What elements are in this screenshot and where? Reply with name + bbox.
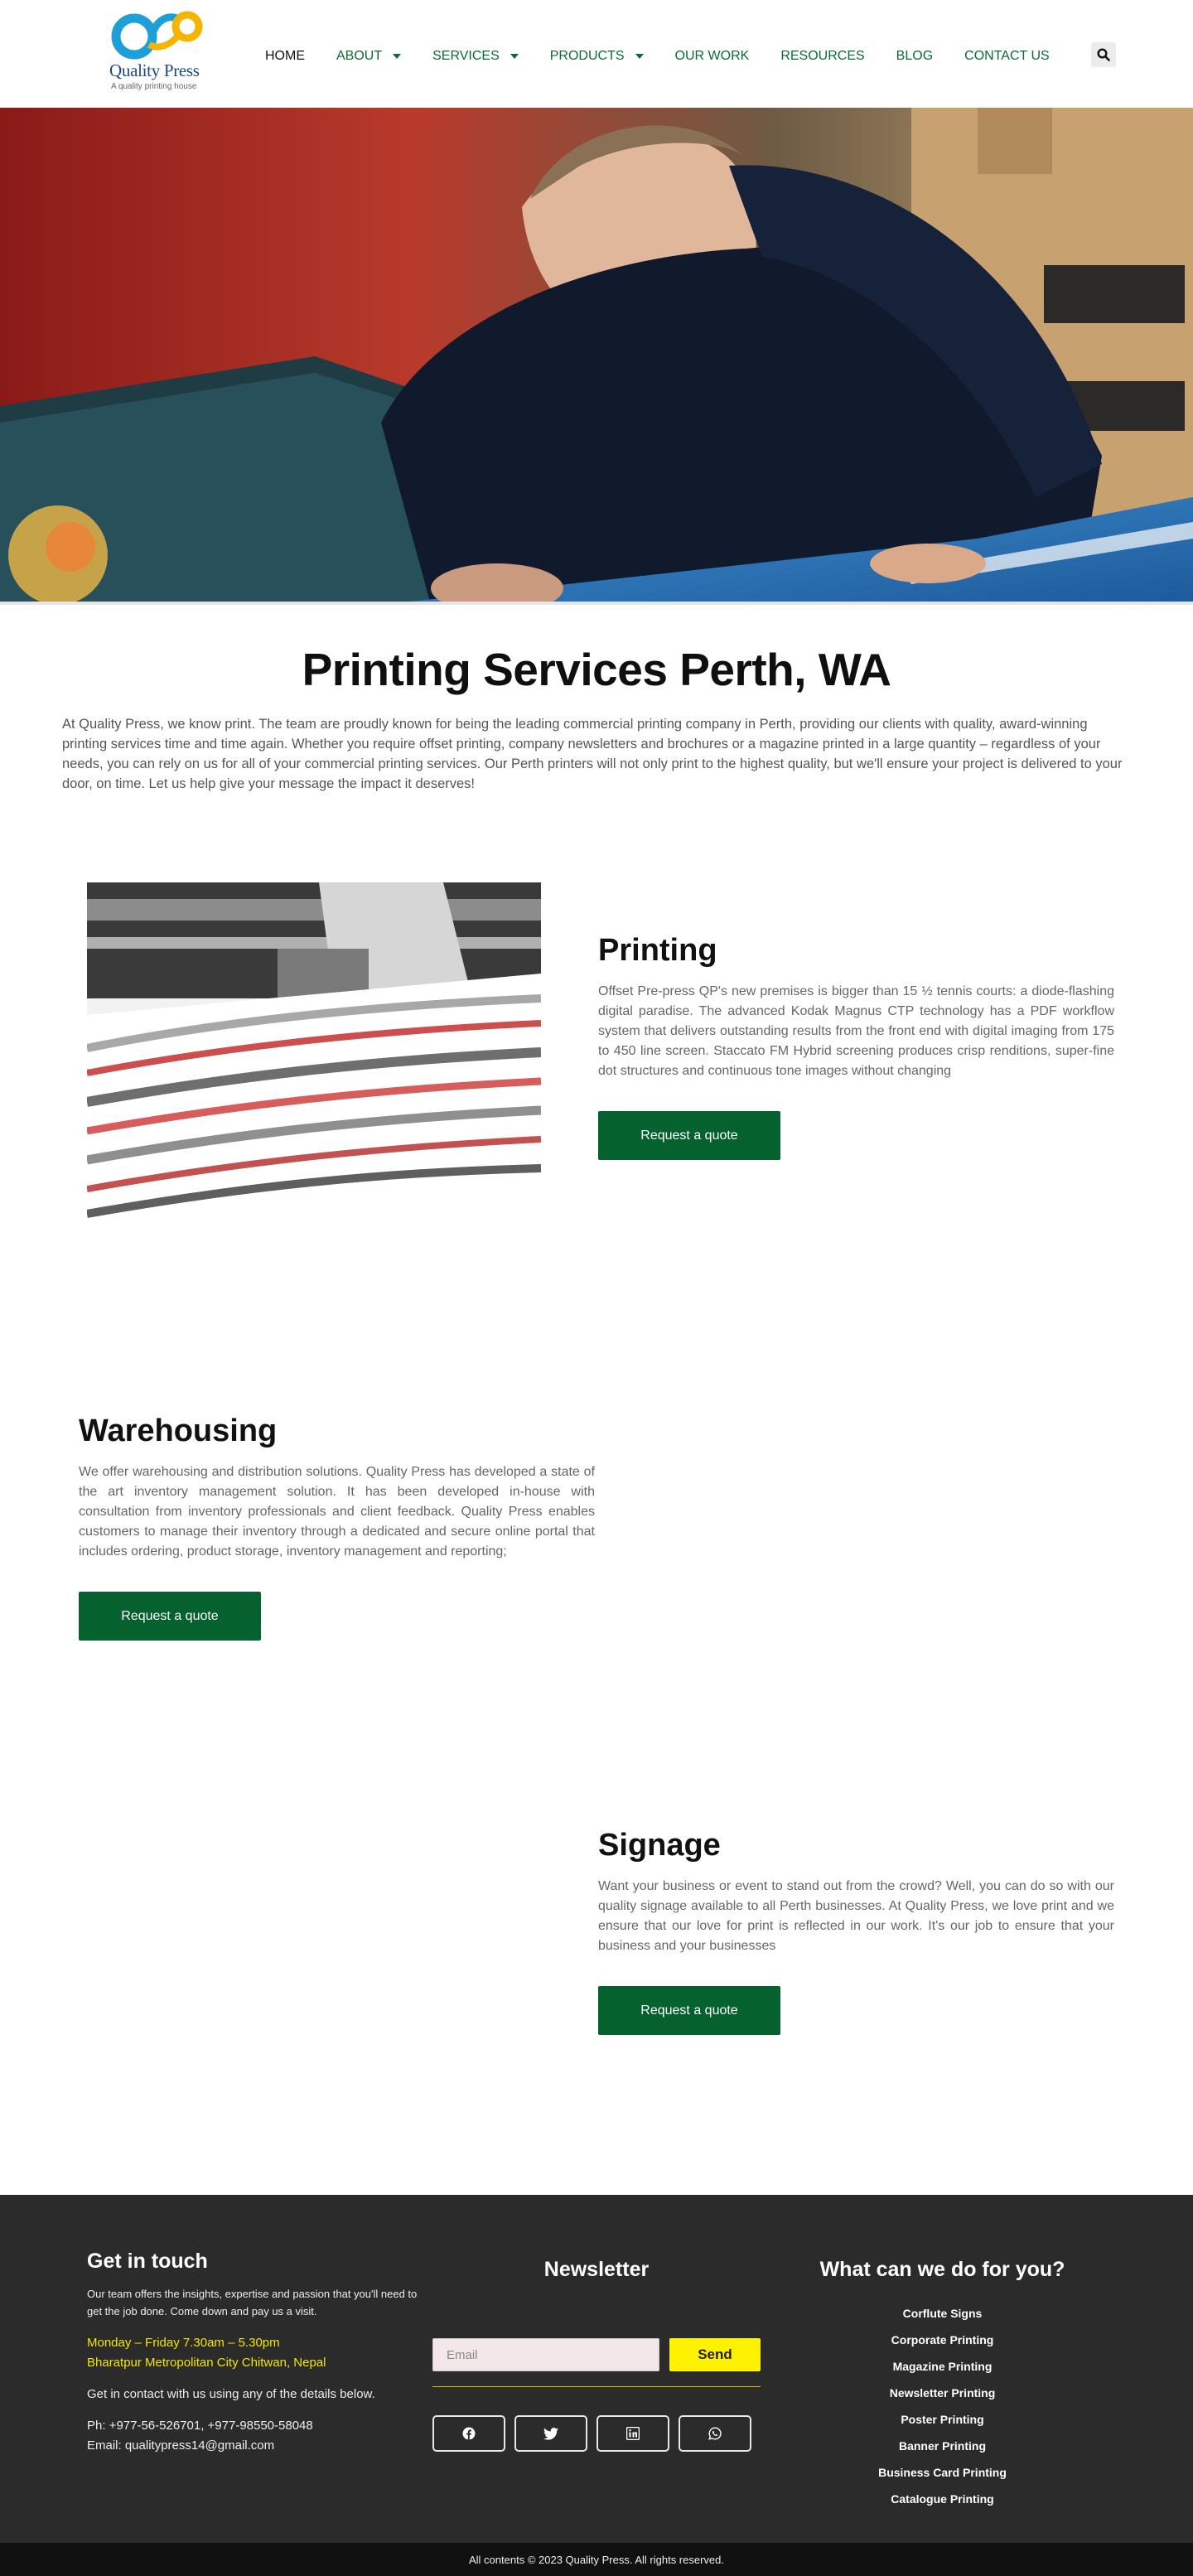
footer-contact-heading: Get in touch <box>87 2250 208 2273</box>
warehousing-title: Warehousing <box>79 1414 278 1448</box>
footer-newsletter: Newsletter Email Send <box>432 2258 761 2452</box>
nav-label: ABOUT <box>336 49 383 63</box>
social-links <box>432 2415 761 2452</box>
site-header: Quality Press A quality printing house H… <box>0 0 1193 108</box>
search-icon <box>1097 48 1110 61</box>
warehousing-paragraph: We offer warehousing and distribution so… <box>79 1465 595 1559</box>
newsletter-divider <box>432 2386 761 2387</box>
twitter-icon <box>543 2427 558 2440</box>
twitter-button[interactable] <box>514 2415 587 2452</box>
main-nav: HOME ABOUT SERVICES PRODUCTS OUR WORK RE… <box>265 49 1081 64</box>
caret-down-icon <box>635 54 644 59</box>
footer-hours: Monday – Friday 7.30am – 5.30pm <box>87 2336 280 2350</box>
intro-paragraph: At Quality Press, we know print. The tea… <box>62 717 1123 791</box>
intro-section: Printing Services Perth, WA At Quality P… <box>0 605 1193 858</box>
printing-paragraph: Offset Pre-press QP's new premises is bi… <box>598 984 1114 1078</box>
logo-name: Quality Press <box>109 60 200 80</box>
nav-label: SERVICES <box>432 49 500 63</box>
footer-services: What can we do for you? Corflute Signs C… <box>812 2258 1073 2512</box>
nav-item-blog[interactable]: BLOG <box>896 49 933 64</box>
nav-label: RESOURCES <box>780 49 865 63</box>
printing-title: Printing <box>598 933 717 968</box>
facebook-button[interactable] <box>432 2415 505 2452</box>
signage-title: Signage <box>598 1828 721 1863</box>
service-link-business-card-printing[interactable]: Business Card Printing <box>812 2459 1073 2486</box>
footer-contact: Get in touch Our team offers the insight… <box>87 2250 418 2456</box>
printing-request-quote-button[interactable]: Request a quote <box>598 1111 780 1160</box>
footer-email[interactable]: Email: qualitypress14@gmail.com <box>87 2436 418 2456</box>
whatsapp-icon <box>708 2427 722 2440</box>
hero-printing-worker-image <box>0 108 1193 605</box>
nav-label: HOME <box>265 49 305 63</box>
caret-down-icon <box>393 54 402 59</box>
nav-label: BLOG <box>896 49 934 63</box>
footer-address: Bharatpur Metropolitan City Chitwan, Nep… <box>87 2356 326 2370</box>
page-title: Printing Services Perth, WA <box>302 644 891 695</box>
whatsapp-button[interactable] <box>679 2415 751 2452</box>
site-footer: Get in touch Our team offers the insight… <box>0 2195 1193 2543</box>
warehousing-request-quote-button[interactable]: Request a quote <box>79 1592 261 1641</box>
logo-tagline: A quality printing house <box>111 82 197 91</box>
newsletter-email-input[interactable]: Email <box>432 2338 659 2371</box>
nav-label: PRODUCTS <box>549 49 625 63</box>
printer-machine-image <box>87 882 541 1218</box>
search-button[interactable] <box>1091 42 1116 67</box>
signage-paragraph: Want your business or event to stand out… <box>598 1879 1114 1953</box>
service-link-poster-printing[interactable]: Poster Printing <box>812 2406 1073 2433</box>
nav-item-resources[interactable]: RESOURCES <box>780 49 864 64</box>
printing-image <box>87 882 541 1218</box>
facebook-icon <box>462 2427 476 2440</box>
nav-label: CONTACT US <box>964 49 1050 63</box>
copyright-text: All contents © 2023 Quality Press. All r… <box>469 2553 724 2566</box>
footer-contact-blurb: Our team offers the insights, expertise … <box>87 2288 418 2317</box>
caret-down-icon <box>510 54 519 59</box>
nav-item-about[interactable]: ABOUT <box>336 49 402 64</box>
services-heading: What can we do for you? <box>819 2258 1065 2281</box>
service-link-catalogue-printing[interactable]: Catalogue Printing <box>812 2486 1073 2512</box>
nav-item-services[interactable]: SERVICES <box>432 49 519 64</box>
logo[interactable]: Quality Press A quality printing house <box>108 8 207 91</box>
newsletter-send-button[interactable]: Send <box>669 2338 761 2371</box>
warehousing-section: Warehousing We offer warehousing and dis… <box>0 1322 1193 1773</box>
hero-image <box>0 108 1193 605</box>
printing-section: Printing Offset Pre-press QP's new premi… <box>0 858 1193 1322</box>
footer-contact-cta: Get in contact with us using any of the … <box>87 2387 375 2401</box>
service-link-magazine-printing[interactable]: Magazine Printing <box>812 2353 1073 2380</box>
nav-label: OUR WORK <box>674 49 750 63</box>
footer-phone[interactable]: Ph: +977-56-526701, +977-98550-58048 <box>87 2416 418 2436</box>
nav-item-contact-us[interactable]: CONTACT US <box>964 49 1050 64</box>
newsletter-form: Email Send <box>432 2338 761 2371</box>
service-link-corflute-signs[interactable]: Corflute Signs <box>812 2300 1073 2327</box>
services-list: Corflute Signs Corporate Printing Magazi… <box>812 2300 1073 2512</box>
logo-mark-icon <box>111 11 203 60</box>
linkedin-button[interactable] <box>596 2415 669 2452</box>
linkedin-icon <box>626 2427 640 2440</box>
newsletter-heading: Newsletter <box>543 2258 650 2281</box>
service-link-corporate-printing[interactable]: Corporate Printing <box>812 2327 1073 2353</box>
service-link-newsletter-printing[interactable]: Newsletter Printing <box>812 2380 1073 2406</box>
service-link-banner-printing[interactable]: Banner Printing <box>812 2433 1073 2459</box>
nav-item-home[interactable]: HOME <box>265 49 305 64</box>
nav-item-products[interactable]: PRODUCTS <box>550 49 644 64</box>
nav-item-our-work[interactable]: OUR WORK <box>675 49 750 64</box>
signage-request-quote-button[interactable]: Request a quote <box>598 1986 780 2035</box>
copyright-bar: All contents © 2023 Quality Press. All r… <box>0 2543 1193 2576</box>
signage-section: Signage Want your business or event to s… <box>0 1773 1193 2195</box>
